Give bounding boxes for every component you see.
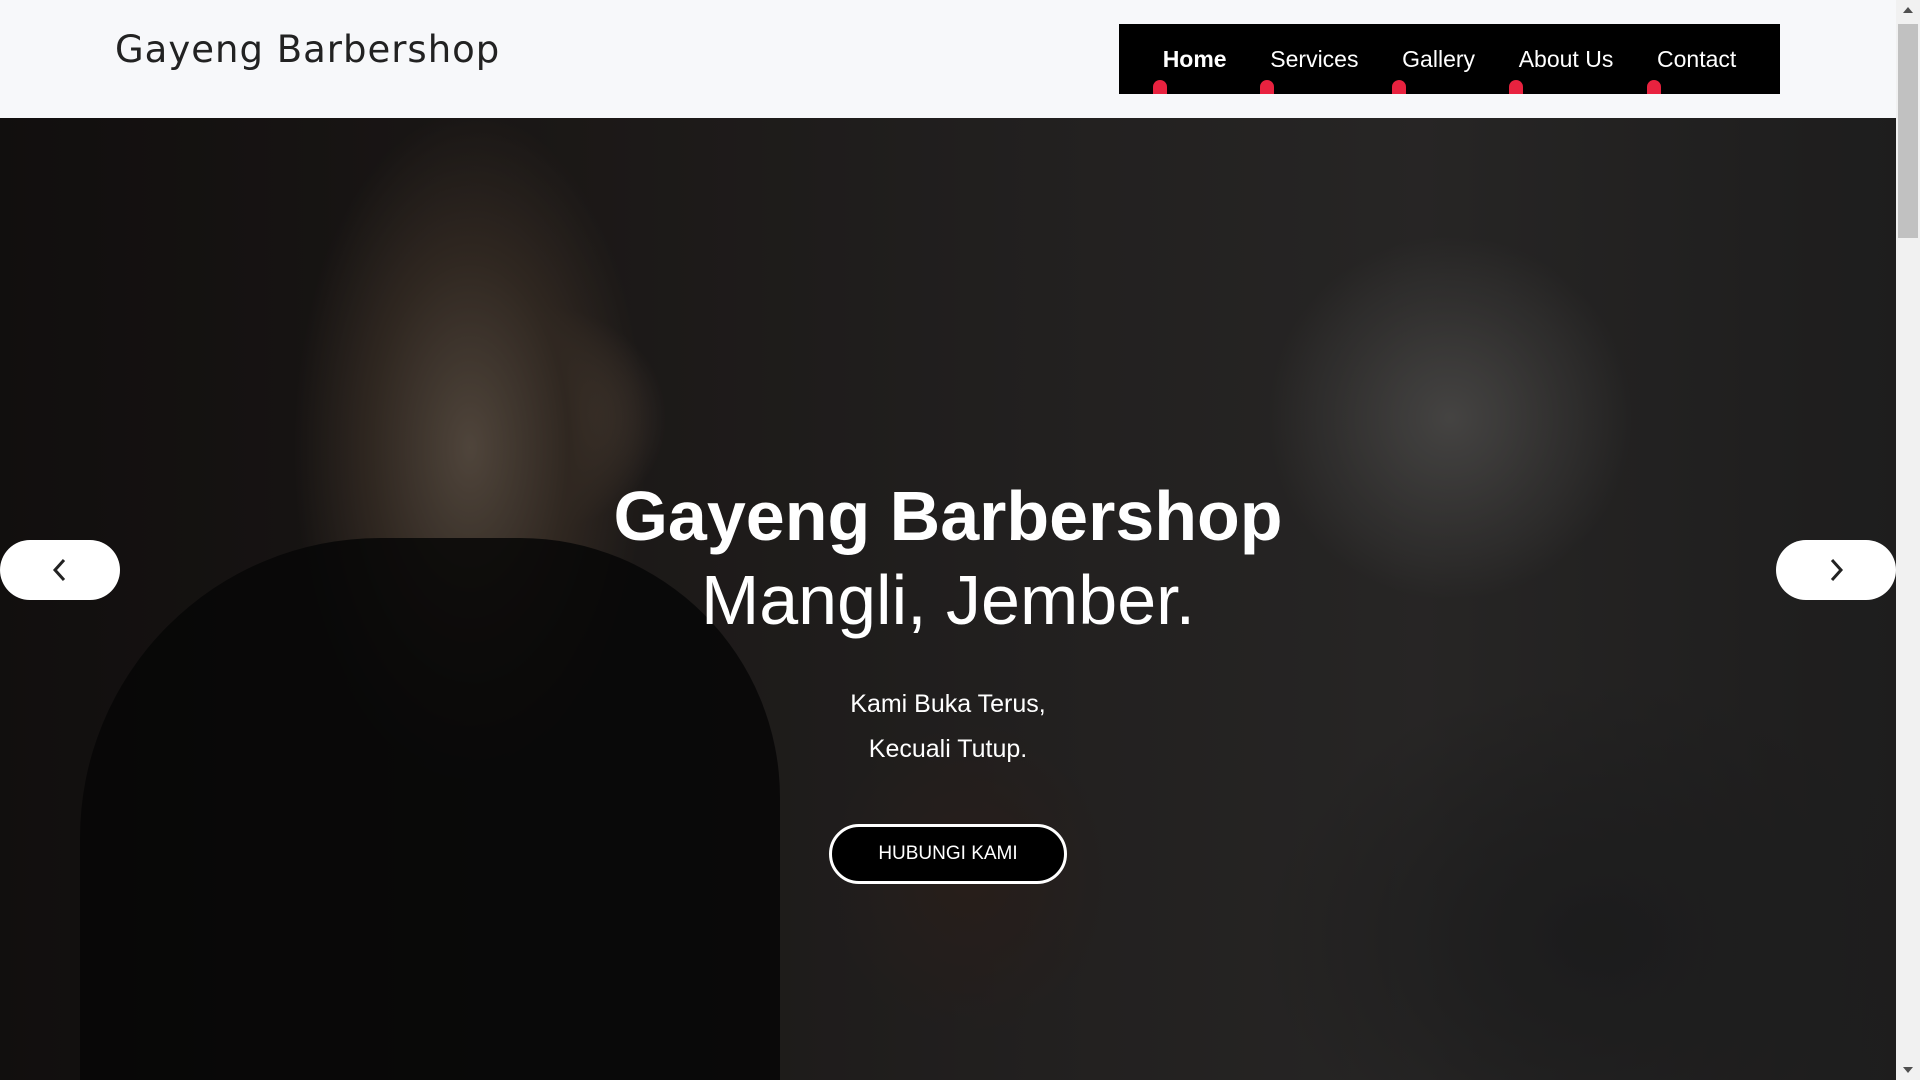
carousel-prev-button[interactable] bbox=[0, 540, 120, 600]
nav-item-label: Contact bbox=[1657, 46, 1737, 72]
triangle-up-icon bbox=[1903, 7, 1913, 13]
nav-accent-dot bbox=[1260, 80, 1275, 94]
hero-carousel: Gayeng Barbershop Mangli, Jember. Kami B… bbox=[0, 118, 1896, 1080]
contact-us-button[interactable]: HUBUNGI KAMI bbox=[829, 824, 1067, 884]
nav-item-about-us[interactable]: About Us bbox=[1508, 24, 1614, 94]
chevron-left-icon bbox=[52, 558, 66, 582]
nav-item-label: Home bbox=[1162, 46, 1227, 72]
brand-logo-text[interactable]: Gayeng Barbershop bbox=[115, 28, 500, 71]
nav-accent-dot bbox=[1647, 80, 1662, 94]
hero-tagline-line-2: Kecuali Tutup. bbox=[868, 735, 1028, 763]
vertical-scrollbar[interactable] bbox=[1896, 0, 1920, 1080]
hero-tagline-line-1: Kami Buka Terus, bbox=[850, 690, 1046, 718]
hero-subtitle: Mangli, Jember. bbox=[700, 561, 1196, 639]
nav-item-label: Services bbox=[1270, 46, 1359, 72]
scrollbar-thumb[interactable] bbox=[1898, 24, 1918, 238]
hero-tagline: Kami Buka Terus, Kecuali Tutup. bbox=[0, 682, 1896, 772]
nav-item-label: About Us bbox=[1518, 46, 1614, 72]
main-nav: Home Services Gallery About Us Contact bbox=[1119, 24, 1780, 94]
nav-item-label: Gallery bbox=[1402, 46, 1476, 72]
scroll-up-button[interactable] bbox=[1896, 0, 1920, 20]
site-header: Gayeng Barbershop Home Services Gallery … bbox=[0, 0, 1896, 118]
chevron-right-icon bbox=[1830, 558, 1844, 582]
hero-title: Gayeng Barbershop bbox=[613, 477, 1283, 555]
scroll-down-button[interactable] bbox=[1896, 1060, 1920, 1080]
hero-content: Gayeng Barbershop Mangli, Jember. Kami B… bbox=[0, 474, 1896, 884]
nav-accent-dot bbox=[1152, 80, 1167, 94]
carousel-next-button[interactable] bbox=[1776, 540, 1896, 600]
nav-item-contact[interactable]: Contact bbox=[1647, 24, 1737, 94]
nav-item-services[interactable]: Services bbox=[1260, 24, 1359, 94]
triangle-down-icon bbox=[1903, 1067, 1913, 1073]
nav-item-home[interactable]: Home bbox=[1152, 24, 1227, 94]
nav-accent-dot bbox=[1508, 80, 1523, 94]
nav-accent-dot bbox=[1392, 80, 1407, 94]
nav-item-gallery[interactable]: Gallery bbox=[1392, 24, 1476, 94]
page: Gayeng Barbershop Home Services Gallery … bbox=[0, 0, 1920, 1080]
